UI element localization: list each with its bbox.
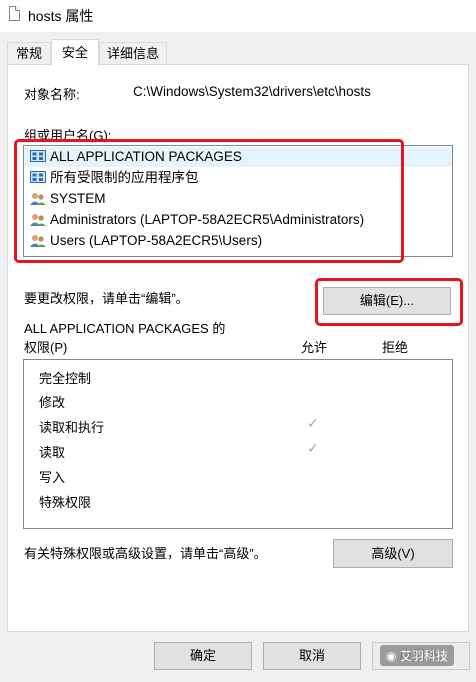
watermark-label: ◉ 艾羽科技 [380, 645, 454, 666]
cancel-button[interactable]: 取消 [263, 642, 361, 670]
object-name-label: 对象名称: [24, 87, 80, 102]
permission-modify: 修改 [39, 395, 66, 410]
edit-hint: 要更改权限，请单击“编辑”。 [24, 291, 189, 306]
permission-read-execute: 读取和执行 [39, 420, 105, 435]
permissions-title: ALL APPLICATION PACKAGES 的 [24, 321, 226, 336]
tab-general[interactable]: 常规 [7, 42, 51, 64]
allow-check-icon: ✓ [307, 440, 319, 456]
window-title: hosts 属性 [28, 8, 94, 24]
allow-column-header: 允许 [301, 340, 328, 355]
highlight-box-edit [315, 278, 463, 326]
object-name-value: C:\Windows\System32\drivers\etc\hosts [133, 84, 371, 99]
advanced-hint: 有关特殊权限或高级设置，请单击“高级”。 [24, 546, 267, 561]
tab-security[interactable]: 安全 [51, 39, 99, 66]
permission-read: 读取 [39, 445, 66, 460]
deny-column-header: 拒绝 [382, 340, 409, 355]
permissions-label: 权限(P) [24, 340, 68, 355]
advanced-button[interactable]: 高级(V) [333, 539, 453, 568]
title-bar: hosts 属性 [0, 0, 476, 32]
ok-button[interactable]: 确定 [154, 642, 252, 670]
permission-full-control: 完全控制 [39, 371, 92, 386]
file-icon [9, 6, 20, 21]
permission-special: 特殊权限 [39, 495, 92, 510]
highlight-box-groups [14, 139, 404, 263]
tab-details[interactable]: 详细信息 [99, 42, 167, 64]
permission-write: 写入 [39, 470, 66, 485]
allow-check-icon: ✓ [307, 415, 319, 431]
watermark-text: 艾羽科技 [399, 649, 448, 663]
wechat-icon: ◉ [386, 649, 400, 663]
